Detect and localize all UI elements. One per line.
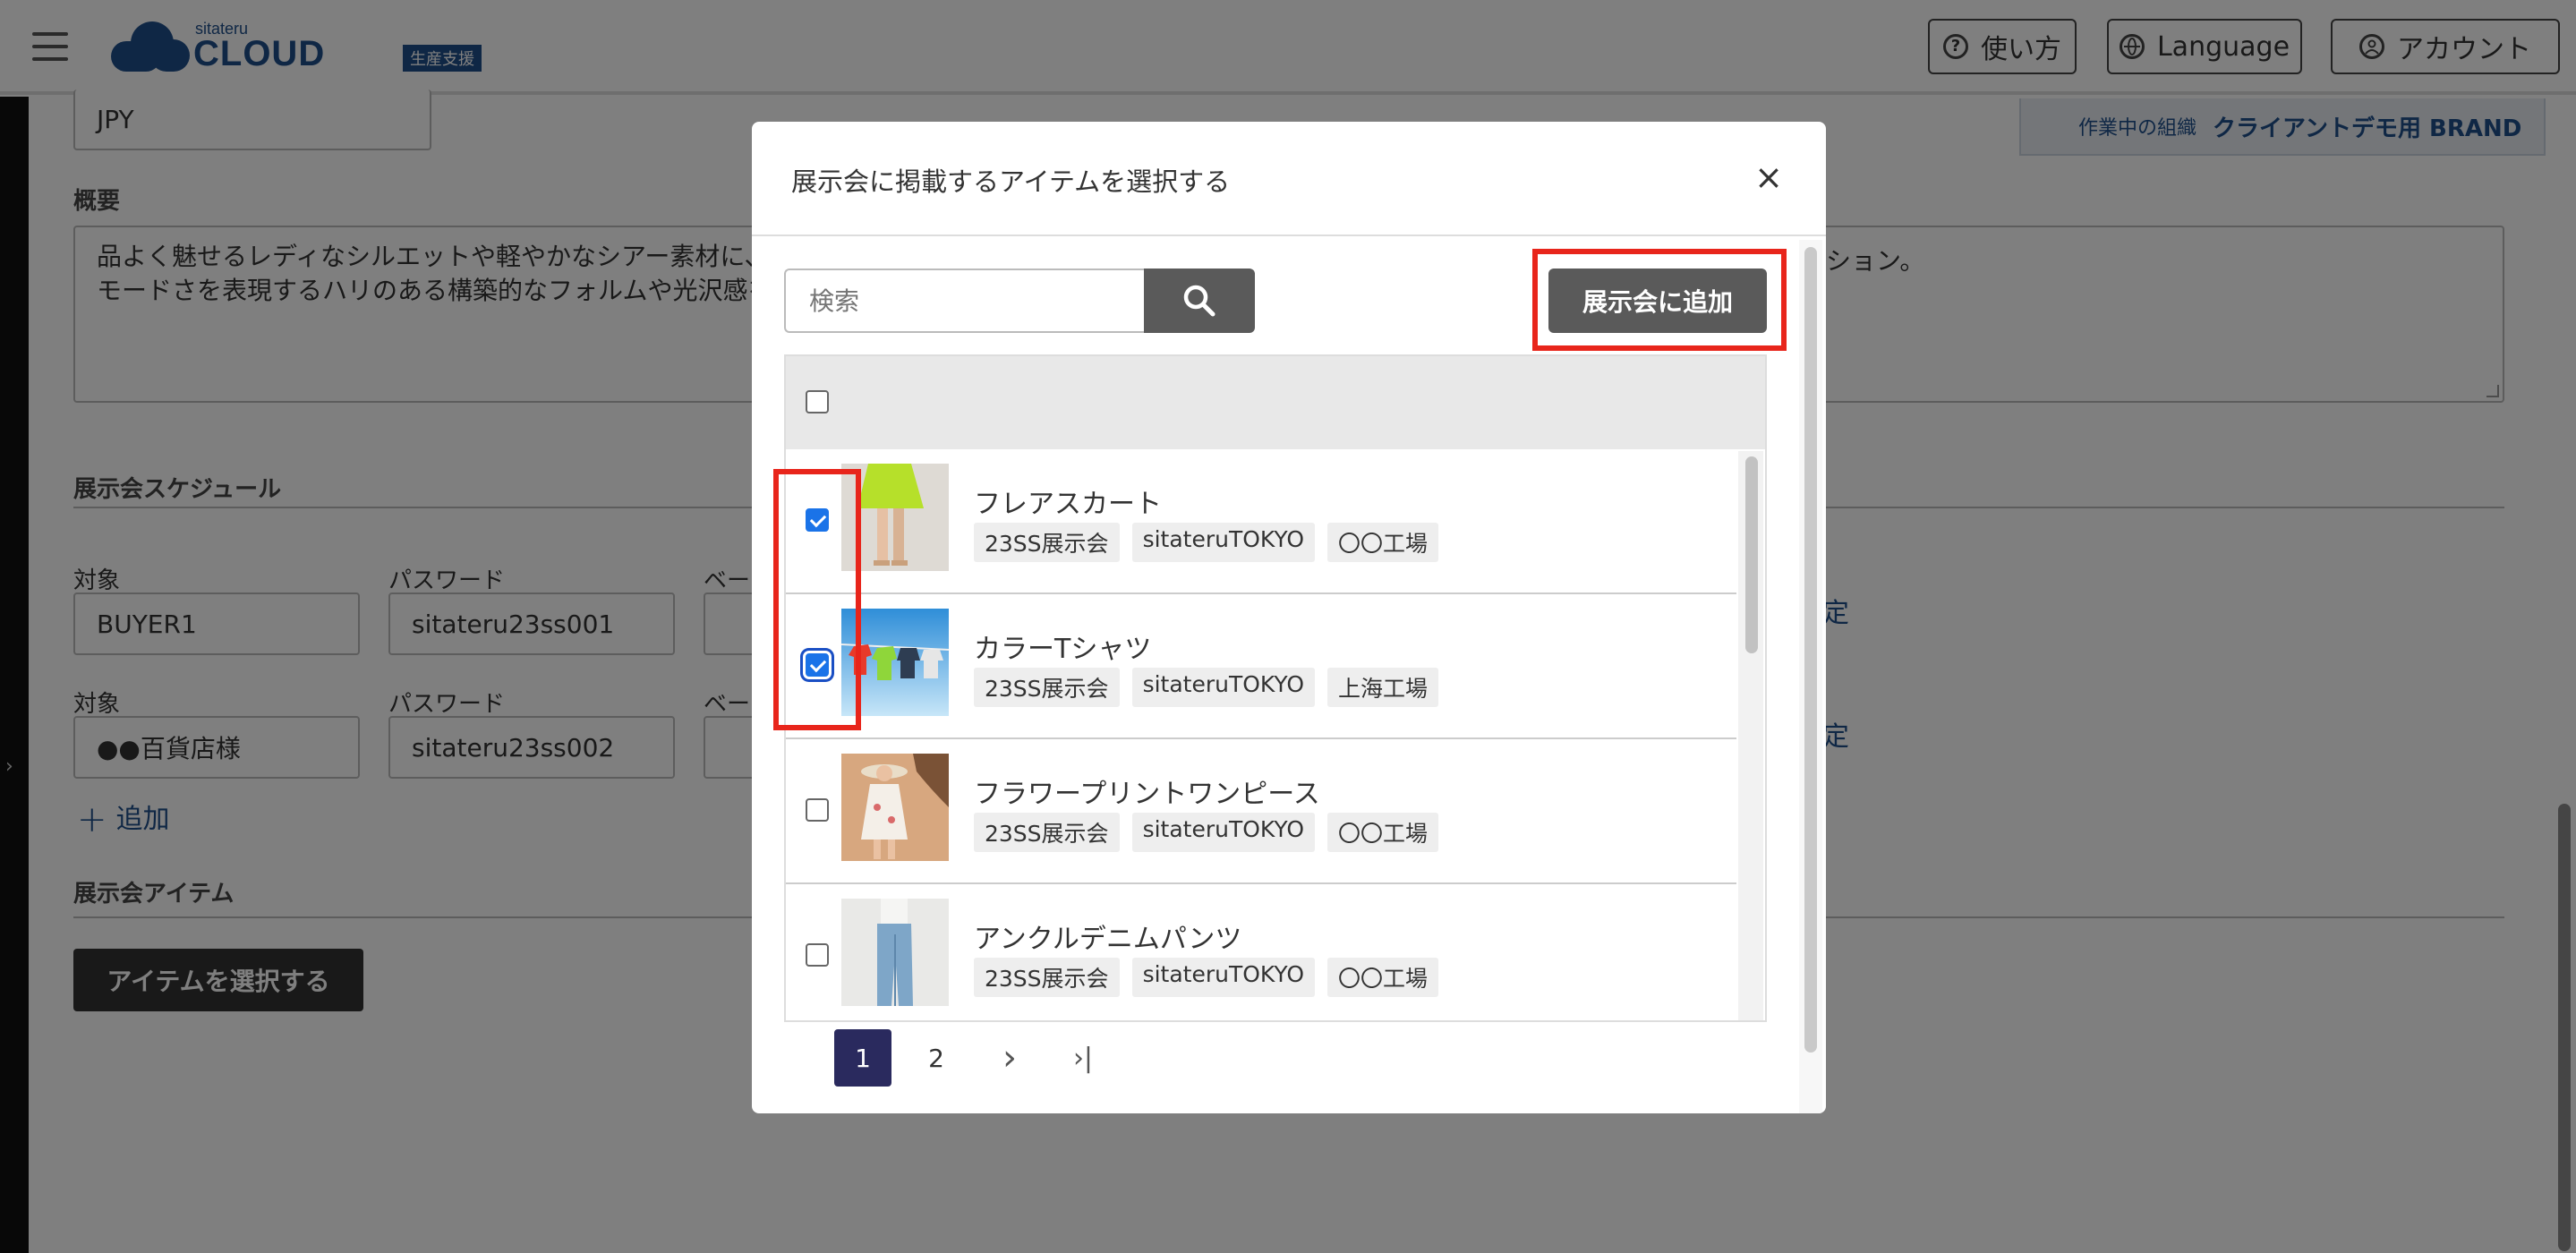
item-tags: 23SS展示会 sitateruTOKYO 上海工場 <box>974 668 1451 707</box>
search-icon <box>1183 285 1215 317</box>
item-thumbnail <box>841 899 949 1006</box>
last-page-icon[interactable]: ›| <box>1054 1029 1112 1087</box>
select-all-checkbox[interactable] <box>806 390 829 413</box>
tag-brand: sitateruTOKYO <box>1131 523 1315 562</box>
tag-exhibition: 23SS展示会 <box>974 668 1120 707</box>
item-name: フレアスカート <box>974 489 1162 520</box>
item-tags: 23SS展示会 sitateruTOKYO 〇〇工場 <box>974 523 1451 562</box>
tag-factory: 〇〇工場 <box>1327 958 1439 997</box>
item-row[interactable]: アンクルデニムパンツ 23SS展示会 sitateruTOKYO 〇〇工場 <box>786 884 1736 1020</box>
item-checkbox[interactable] <box>806 943 829 967</box>
tag-factory: 上海工場 <box>1327 668 1439 707</box>
items-table: フレアスカート 23SS展示会 sitateruTOKYO 〇〇工場 カラーTシ… <box>784 354 1767 1022</box>
item-name: アンクルデニムパンツ <box>974 924 1242 955</box>
item-thumbnail <box>841 609 949 716</box>
item-checkbox[interactable] <box>806 798 829 822</box>
tag-factory: 〇〇工場 <box>1327 813 1439 852</box>
tag-brand: sitateruTOKYO <box>1131 668 1315 707</box>
tag-factory: 〇〇工場 <box>1327 523 1439 562</box>
item-checkbox[interactable] <box>806 508 829 532</box>
items-list-scrollbar[interactable] <box>1738 451 1763 1020</box>
tag-exhibition: 23SS展示会 <box>974 813 1120 852</box>
close-icon[interactable]: × <box>1751 159 1787 195</box>
item-checkbox[interactable] <box>806 653 829 677</box>
item-thumbnail <box>841 754 949 861</box>
item-thumbnail <box>841 464 949 571</box>
search-button[interactable] <box>1144 268 1255 333</box>
tag-brand: sitateruTOKYO <box>1131 958 1315 997</box>
item-name: カラーTシャツ <box>974 634 1152 665</box>
page-2-button[interactable]: 2 <box>908 1029 965 1087</box>
item-tags: 23SS展示会 sitateruTOKYO 〇〇工場 <box>974 813 1451 852</box>
modal-header: 展示会に掲載するアイテムを選択する × <box>752 122 1826 236</box>
modal-title: 展示会に掲載するアイテムを選択する <box>791 166 1231 197</box>
table-header <box>786 356 1765 449</box>
tag-brand: sitateruTOKYO <box>1131 813 1315 852</box>
next-page-icon[interactable]: › <box>981 1029 1038 1087</box>
item-name: フラワープリントワンピース <box>974 779 1320 810</box>
add-to-exhibition-button[interactable]: 展示会に追加 <box>1548 268 1767 333</box>
item-row[interactable]: フラワープリントワンピース 23SS展示会 sitateruTOKYO 〇〇工場 <box>786 739 1736 884</box>
tag-exhibition: 23SS展示会 <box>974 523 1120 562</box>
select-items-modal: 展示会に掲載するアイテムを選択する × 展示会に追加 <box>752 122 1826 1113</box>
page-1-button[interactable]: 1 <box>834 1029 891 1087</box>
pagination: 1 2 › ›| <box>834 1029 1128 1087</box>
item-row[interactable]: フレアスカート 23SS展示会 sitateruTOKYO 〇〇工場 <box>786 449 1736 594</box>
search-input[interactable] <box>784 268 1144 333</box>
item-tags: 23SS展示会 sitateruTOKYO 〇〇工場 <box>974 958 1451 997</box>
modal-scrollbar[interactable] <box>1799 240 1822 1113</box>
item-row[interactable]: カラーTシャツ 23SS展示会 sitateruTOKYO 上海工場 <box>786 594 1736 739</box>
tag-exhibition: 23SS展示会 <box>974 958 1120 997</box>
